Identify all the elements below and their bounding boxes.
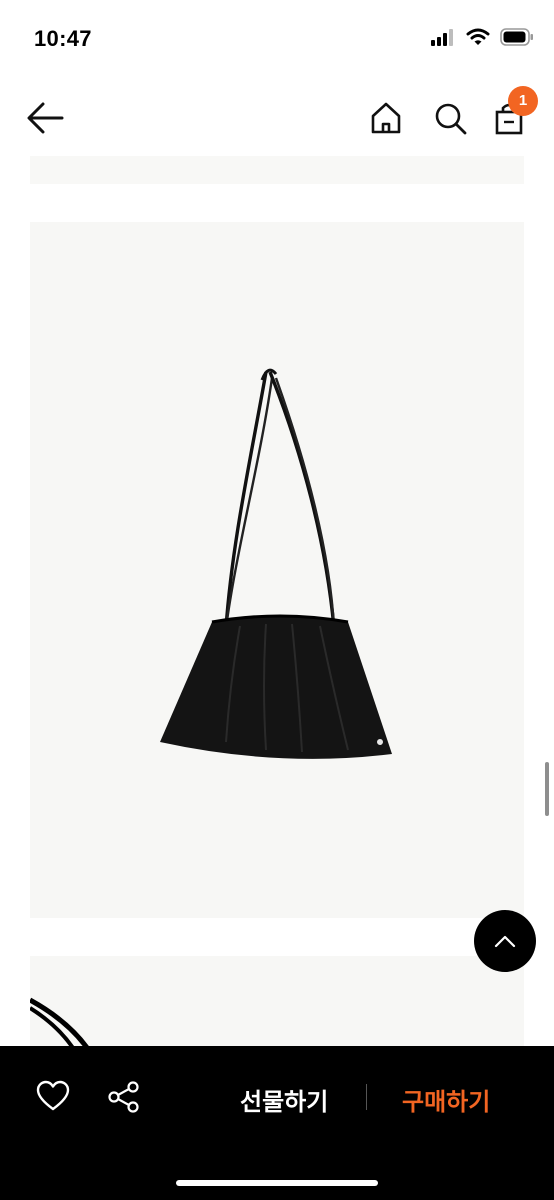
back-arrow-icon[interactable] [26,100,66,136]
product-image-next [30,956,524,1046]
heart-icon[interactable] [36,1080,70,1112]
scroll-indicator[interactable] [545,762,549,816]
button-divider [366,1084,367,1110]
buy-button[interactable]: 구매하기 [402,1082,490,1117]
signal-icon [431,29,453,46]
wifi-icon [466,28,490,45]
share-icon[interactable] [106,1080,142,1114]
strap-detail-illustration [30,997,89,1046]
app-header [0,80,554,156]
status-icons [430,28,534,46]
status-bar: 10:47 [0,0,554,80]
product-image-previous [30,156,524,184]
battery-icon [500,28,533,46]
bag-illustration [160,368,392,759]
home-indicator [176,1180,378,1186]
gift-button[interactable]: 선물하기 [240,1082,328,1117]
search-icon[interactable] [430,98,470,138]
product-detail-images [0,156,554,1046]
scroll-to-top-button[interactable] [474,910,536,972]
cart-count-badge: 1 [508,86,538,116]
purchase-bar: 선물하기 구매하기 [0,1046,554,1200]
status-time: 10:47 [34,26,92,51]
product-image-bag [30,222,524,918]
home-icon[interactable] [366,98,406,138]
chevron-up-icon [494,935,516,948]
